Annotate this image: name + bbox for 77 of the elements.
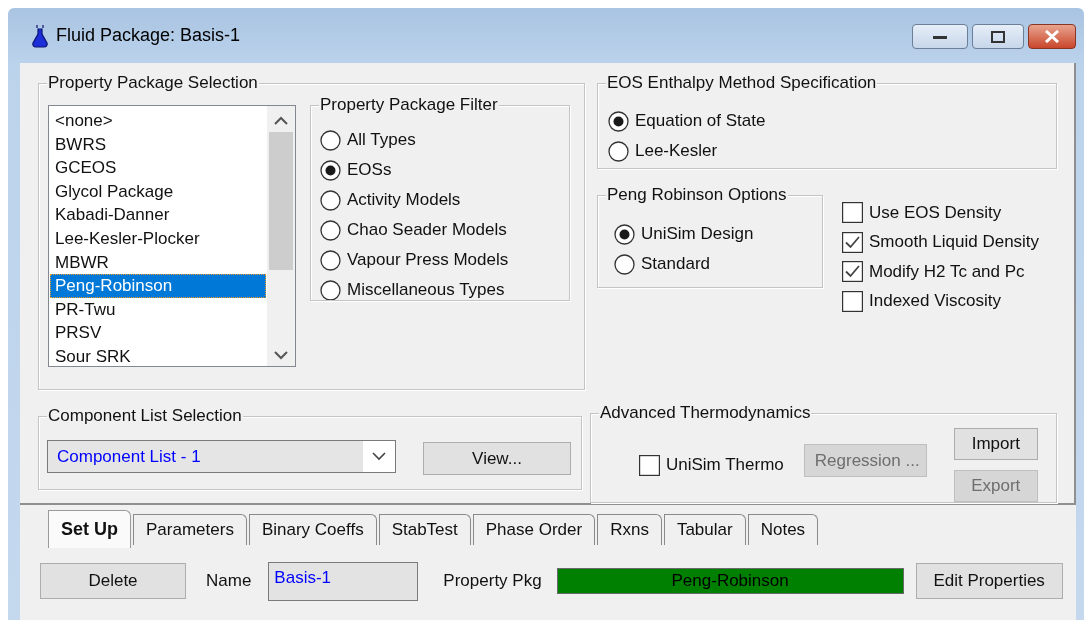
checkbox-label: Use EOS Density	[869, 202, 1002, 223]
group-title: Property Package Selection	[48, 73, 258, 92]
tab[interactable]: StabTest	[378, 514, 471, 545]
radio-label: Vapour Press Models	[347, 250, 509, 270]
radio-label: Standard	[641, 254, 710, 275]
close-button[interactable]	[1028, 24, 1076, 49]
checkbox[interactable]	[639, 454, 660, 476]
radio-label: UniSim Design	[641, 224, 754, 245]
radio-button[interactable]	[320, 249, 341, 271]
radio-button[interactable]	[320, 189, 341, 211]
import-button[interactable]: Import	[953, 428, 1038, 461]
tab[interactable]: Binary Coeffs	[248, 514, 377, 545]
checkbox[interactable]	[842, 261, 863, 283]
property-pkg-label: Property Pkg	[443, 571, 542, 591]
scroll-thumb[interactable]	[269, 132, 293, 270]
radio-label: All Types	[347, 130, 416, 150]
radio-button[interactable]	[608, 110, 629, 132]
checkbox[interactable]	[842, 202, 863, 224]
maximize-button[interactable]	[972, 24, 1024, 49]
close-icon	[1044, 30, 1060, 43]
flask-icon	[32, 23, 48, 48]
radio-label: Activity Models	[347, 190, 461, 210]
scroll-up-icon[interactable]	[274, 116, 288, 125]
radio-button[interactable]	[614, 253, 635, 275]
list-item[interactable]: Lee-Kesler-Plocker	[50, 226, 266, 251]
name-label: Name	[206, 571, 252, 591]
group-title: EOS Enthalpy Method Specification	[607, 73, 877, 92]
name-field[interactable]: Basis-1	[268, 561, 419, 601]
tab[interactable]: Notes	[747, 514, 819, 545]
checkbox-label: Indexed Viscosity	[869, 291, 1001, 312]
checkbox[interactable]	[842, 231, 863, 253]
scrollbar[interactable]	[267, 106, 295, 366]
radio-label: Equation of State	[635, 111, 766, 131]
checkbox[interactable]	[842, 290, 863, 312]
chevron-down-icon[interactable]	[372, 452, 386, 461]
radio-label: EOSs	[347, 160, 392, 180]
property-pkg-field: Peng-Robinson	[556, 568, 904, 594]
tab[interactable]: Parameters	[133, 514, 247, 545]
minimize-button[interactable]	[912, 24, 968, 49]
radio-button[interactable]	[320, 129, 341, 151]
group-title: Property Package Filter	[320, 95, 498, 114]
package-list[interactable]: <none> BWRS GCEOS Glycol Package Kabadi-Danner Lee-Kesler-Plocker MBWR Peng-Robinson PR-Twu PRSV Sour SRK	[48, 105, 296, 367]
checkbox-label: Smooth Liquid Density	[869, 232, 1040, 253]
list-item[interactable]: PRSV	[50, 321, 266, 345]
radio-label: Lee-Kesler	[635, 141, 718, 161]
window-title: Fluid Package: Basis-1	[56, 25, 241, 46]
tab[interactable]: Set Up	[48, 510, 131, 548]
radio-button[interactable]	[608, 140, 629, 162]
list-item[interactable]: PR-Twu	[50, 297, 266, 322]
group-title: Component List Selection	[48, 406, 242, 425]
group-title: Advanced Thermodynamics	[600, 403, 811, 423]
checkbox-label: Modify H2 Tc and Pc	[869, 261, 1025, 282]
scroll-down-icon[interactable]	[274, 351, 288, 360]
radio-label: Miscellaneous Types	[347, 280, 505, 300]
radio-button[interactable]	[320, 159, 341, 181]
edit-properties-button[interactable]: Edit Properties	[915, 563, 1063, 599]
radio-label: Chao Seader Models	[347, 220, 507, 240]
checkbox-label: UniSim Thermo	[666, 455, 784, 476]
list-item[interactable]: Glycol Package	[50, 179, 266, 204]
view-button[interactable]: View...	[423, 442, 571, 475]
radio-button[interactable]	[320, 219, 341, 241]
component-list-dropdown[interactable]: Component List - 1	[47, 440, 396, 473]
delete-button[interactable]: Delete	[40, 563, 186, 599]
tab[interactable]: Phase Order	[472, 514, 596, 545]
tab[interactable]: Rxns	[597, 514, 662, 545]
list-item[interactable]: GCEOS	[50, 156, 266, 180]
radio-button[interactable]	[614, 223, 635, 245]
list-item[interactable]: Peng-Robinson	[50, 274, 266, 298]
list-item[interactable]: BWRS	[50, 132, 266, 157]
radio-button[interactable]	[320, 279, 341, 301]
group-title: Peng Robinson Options	[607, 185, 787, 205]
list-item[interactable]: Sour SRK	[50, 344, 266, 369]
maximize-icon	[991, 30, 1005, 43]
tab[interactable]: Tabular	[663, 514, 746, 545]
list-item[interactable]: <none>	[50, 109, 266, 133]
list-item[interactable]: MBWR	[50, 250, 266, 275]
list-item[interactable]: Kabadi-Danner	[50, 203, 266, 227]
